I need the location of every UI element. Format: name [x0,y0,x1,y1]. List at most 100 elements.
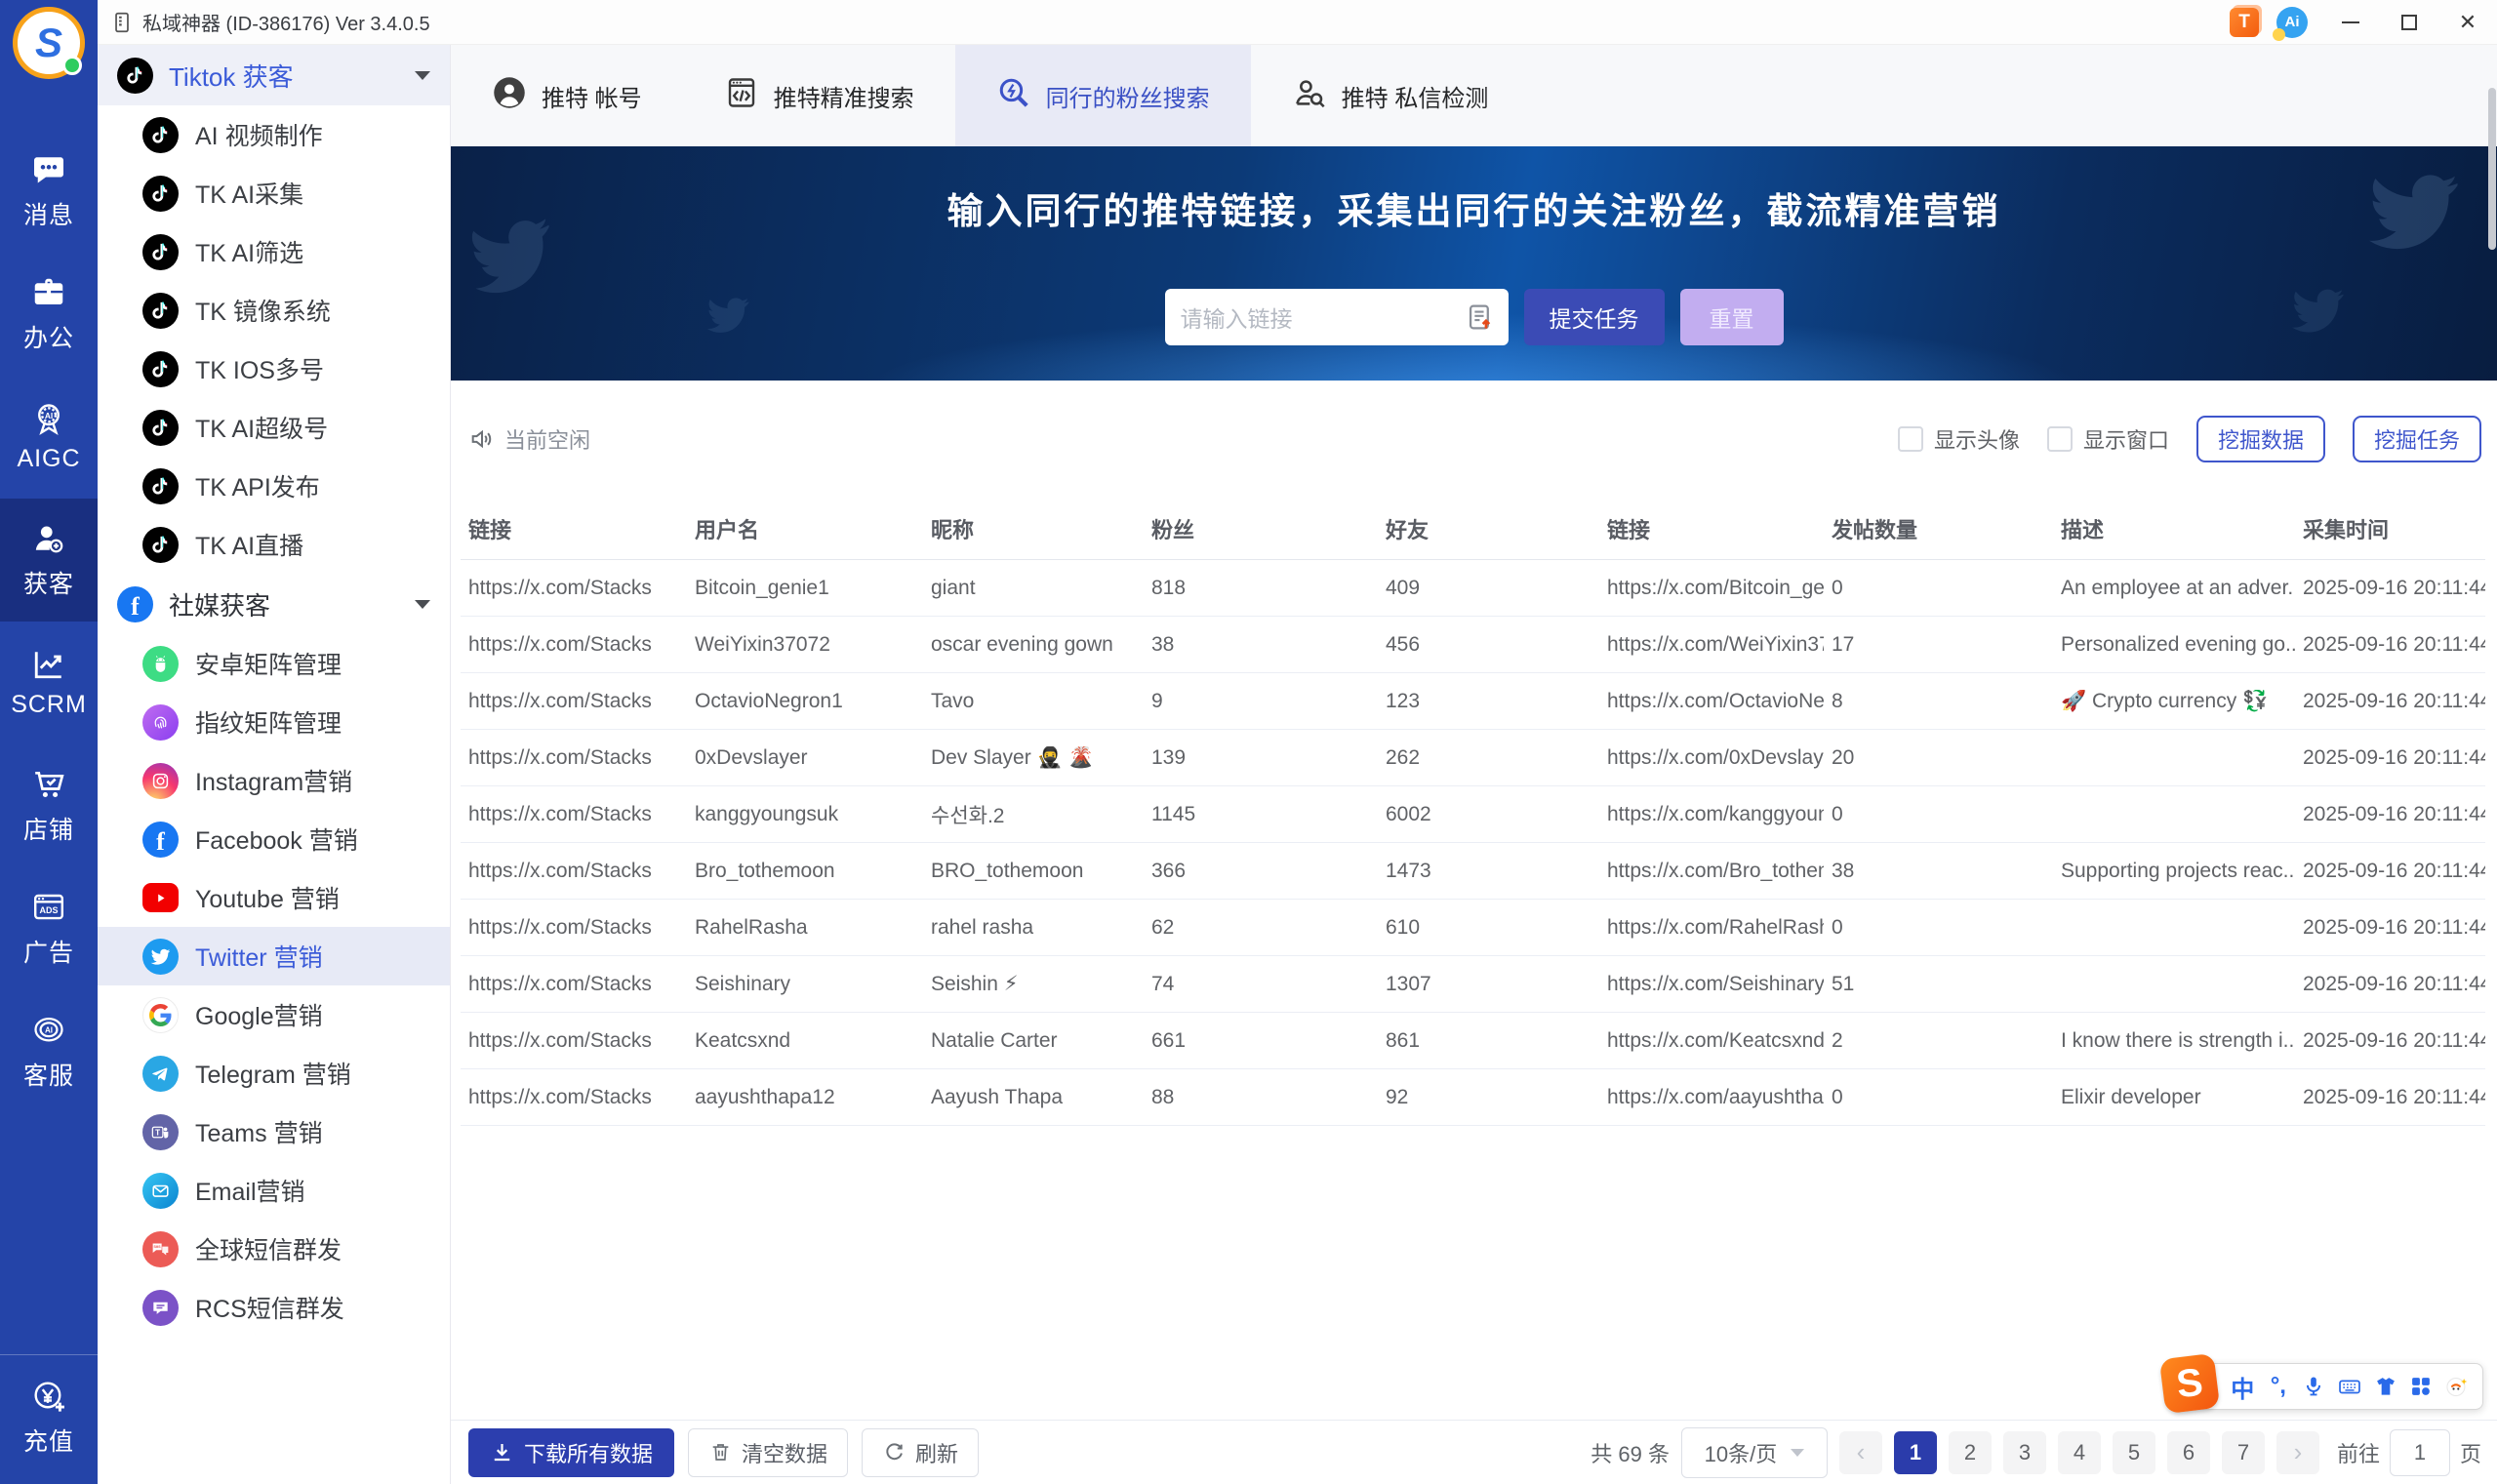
cell-username: Bitcoin_genie1 [695,576,829,599]
link-input[interactable]: 请输入链接 [1164,289,1509,345]
show-window-label: 显示窗口 [2082,428,2169,453]
tab-2[interactable]: 同行的粉丝搜索 [954,45,1251,146]
table-row: https://x.com/Stacks Seishinary Seishin ⚡ 7… [461,956,2485,1013]
rail-item-0[interactable]: 消息 [0,130,98,253]
next-page-button[interactable]: › [2275,1430,2319,1474]
tab-user-search-icon [1292,75,1327,117]
tab-0[interactable]: 推特 帐号 [451,45,683,146]
sidebar-item-0-6[interactable]: TK API发布 [98,457,450,515]
ime-toolbox-icon[interactable] [2405,1369,2437,1404]
window-title: 私域神器 (ID-386176) Ver 3.4.0.5 [142,14,430,35]
submit-task-button[interactable]: 提交任务 [1523,289,1665,345]
sidebar-item-label: Youtube 营销 [195,886,340,913]
download-all-button[interactable]: 下载所有数据 [468,1427,675,1477]
status-indicator: 当前空闲 [468,423,590,455]
sidebar-item-1-10[interactable]: SMS 全球短信群发 [98,1220,450,1278]
tab-3[interactable]: 推特 私信检测 [1251,45,1530,146]
sidebar-item-1-4[interactable]: Youtube 营销 [98,868,450,927]
mine-task-button[interactable]: 挖掘任务 [2352,416,2481,462]
sidebar-section-header-1[interactable]: f 社媒获客 [98,574,450,634]
page-button-3[interactable]: 3 [2002,1430,2046,1474]
rail-item-1[interactable]: 办公 [0,253,98,376]
sidebar-item-1-3[interactable]: f Facebook 营销 [98,810,450,868]
ime-mic-icon[interactable] [2298,1369,2330,1404]
table-row: https://x.com/Stacks Keatcsxnd Natalie Car… [461,1013,2485,1069]
youtube-icon [142,883,179,912]
sidebar-item-1-8[interactable]: T Teams 营销 [98,1103,450,1161]
tab-label: 同行的粉丝搜索 [1045,85,1210,112]
sogou-logo[interactable]: S [2158,1352,2221,1415]
rail-item-4[interactable]: SCRM [0,622,98,744]
sidebar-section-header-0[interactable]: Tiktok 获客 [98,45,450,105]
cell-post-count: 38 [1832,859,1855,882]
cell-post-count: 17 [1832,632,1855,656]
sidebar-item-0-0[interactable]: AI 视频制作 [98,105,450,164]
sidebar-item-0-7[interactable]: TK AI直播 [98,515,450,574]
sidebar-item-1-5[interactable]: Twitter 营销 [98,927,450,985]
table-row: https://x.com/Stacks WeiYixin37072 oscar e… [461,617,2485,673]
maximize-button[interactable] [2380,0,2438,45]
tab-1[interactable]: 推特精准搜索 [683,45,955,146]
download-all-label: 下载所有数据 [524,1441,654,1466]
ai-chat-tray-icon[interactable]: Ai [2273,6,2308,41]
sidebar-item-1-0[interactable]: 安卓矩阵管理 [98,634,450,693]
sidebar-item-1-11[interactable]: RCS短信群发 [98,1278,450,1337]
rail-item-7[interactable]: AI 客服 [0,990,98,1113]
sidebar-item-label: Teams 营销 [195,1120,323,1147]
sidebar-item-1-9[interactable]: Email营销 [98,1161,450,1220]
goto-page-input[interactable] [2389,1428,2450,1476]
sidebar-item-1-1[interactable]: 指纹矩阵管理 [98,693,450,751]
close-button[interactable]: ✕ [2438,0,2497,45]
ime-skin-icon[interactable] [2369,1369,2401,1404]
prev-page-button[interactable]: ‹ [1838,1430,1882,1474]
rail-item-2[interactable]: AI AIGC [0,376,98,499]
sidebar-item-1-7[interactable]: Telegram 营销 [98,1044,450,1103]
page-button-7[interactable]: 7 [2221,1430,2265,1474]
cell-fans: 62 [1151,915,1175,939]
ime-mode-toggle[interactable]: 中 [2227,1369,2259,1404]
ime-punctuation-toggle[interactable]: °, [2263,1369,2295,1404]
cell-fans: 74 [1151,972,1175,995]
sidebar-item-1-2[interactable]: Instagram营销 [98,751,450,810]
cell-profile-link: https://x.com/WeiYixin37... [1607,632,1824,656]
table-row: https://x.com/Stacks OctavioNegron1 Tavo 9 1… [461,673,2485,730]
twitter-icon [142,938,179,975]
tab-code-icon [724,75,759,117]
sidebar-item-0-1[interactable]: TK AI采集 [98,164,450,222]
page-button-2[interactable]: 2 [1948,1430,1992,1474]
rail-item-3[interactable]: 获客 [0,499,98,622]
sidebar-item-0-2[interactable]: TK AI筛选 [98,222,450,281]
page-button-4[interactable]: 4 [2057,1430,2101,1474]
page-button-6[interactable]: 6 [2166,1430,2210,1474]
cell-collect-time: 2025-09-16 20:11:44 [2303,859,2485,882]
mine-data-button[interactable]: 挖掘数据 [2195,416,2325,462]
sidebar-item-label: TK AI超级号 [195,416,329,443]
banner: 输入同行的推特链接，采集出同行的关注粉丝，截流精准营销 请输入链接 提交任务 重… [451,146,2497,381]
sidebar-item-label: TK AI采集 [195,181,304,209]
page-button-5[interactable]: 5 [2112,1430,2155,1474]
sidebar-item-0-5[interactable]: TK AI超级号 [98,398,450,457]
sidebar-item-1-6[interactable]: Google营销 [98,985,450,1044]
reset-button[interactable]: 重置 [1679,289,1784,345]
ime-emoji-icon[interactable] [2440,1369,2473,1404]
ime-keyboard-icon[interactable] [2334,1369,2366,1404]
pagination: 共 69 条 10条/页 ‹1234567› 前往 页 [1591,1426,2481,1478]
page-button-1[interactable]: 1 [1893,1430,1937,1474]
cell-collect-time: 2025-09-16 20:11:44 [2303,1085,2485,1108]
rail-item-5[interactable]: 店铺 [0,744,98,867]
rail-item-6[interactable]: ADS 广告 [0,867,98,990]
paste-icon[interactable] [1464,301,1497,334]
page-size-select[interactable]: 10条/页 [1680,1426,1828,1478]
sidebar-item-0-4[interactable]: TK IOS多号 [98,340,450,398]
translate-tray-icon[interactable]: T [2230,7,2259,37]
scrollbar-thumb[interactable] [2488,88,2496,250]
svg-text:T: T [155,1128,160,1137]
rail-item-recharge[interactable]: 充值 [0,1361,98,1474]
refresh-button[interactable]: 刷新 [862,1427,980,1477]
show-window-checkbox[interactable] [2046,426,2073,452]
minimize-button[interactable] [2321,0,2380,45]
show-avatar-checkbox[interactable] [1897,426,1923,452]
clear-data-button[interactable]: 清空数据 [688,1427,849,1477]
cell-description: 🚀 Crypto currency 💱 [2061,689,2269,712]
sidebar-item-0-3[interactable]: TK 镜像系统 [98,281,450,340]
